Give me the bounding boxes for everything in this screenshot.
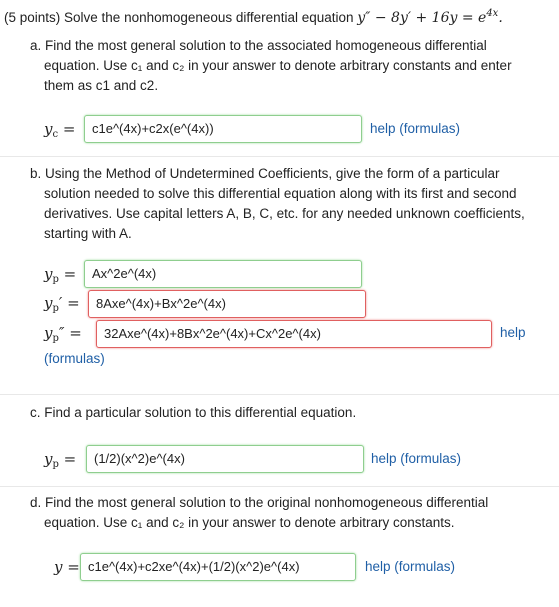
problem-points-text: (5 points) Solve the nonhomogeneous diff… xyxy=(4,10,354,25)
yp-particular-input[interactable]: (1/2)(x^2)e^(4x) xyxy=(86,445,364,473)
problem-statement: (5 points) Solve the nonhomogeneous diff… xyxy=(4,4,503,28)
part-b-help-link[interactable]: help xyxy=(500,325,526,340)
part-a-line-1: a. Find the most general solution to the… xyxy=(30,38,487,53)
part-c-help-link[interactable]: help (formulas) xyxy=(371,451,461,466)
part-b-line-1: b. Using the Method of Undetermined Coef… xyxy=(30,166,500,181)
problem-equation: y″ − 8y′ + 16y = e4x. xyxy=(357,8,503,26)
divider-b-c xyxy=(0,394,559,395)
divider-c-d xyxy=(0,486,559,487)
yp-prime-input[interactable]: 8Axe^(4x)+Bx^2e^(4x) xyxy=(88,290,366,318)
yp-double-prime-input[interactable]: 32Axe^(4x)+8Bx^2e^(4x)+Cx^2e^(4x) xyxy=(96,320,492,348)
yc-input[interactable]: c1e^(4x)+c2x(e^(4x)) xyxy=(84,115,362,143)
part-d-line-1: d. Find the most general solution to the… xyxy=(30,495,489,510)
y-general-label: y = xyxy=(54,558,80,576)
yp-prime-label: yp′ = xyxy=(44,294,80,314)
yp-double-prime-label: yp″ = xyxy=(44,324,82,344)
part-a-line-3: them as c1 and c2. xyxy=(44,78,159,93)
part-b-instructions: b. Using the Method of Undetermined Coef… xyxy=(30,164,525,244)
part-d-help-link[interactable]: help (formulas) xyxy=(365,559,455,574)
part-a-line-2: equation. Use c₁ and c₂ in your answer t… xyxy=(44,58,512,73)
divider-a-b xyxy=(0,156,559,157)
yp-particular-label: yp = xyxy=(44,450,77,470)
part-b-formulas-link[interactable]: (formulas) xyxy=(44,351,105,366)
yp-label: yp = xyxy=(44,265,77,285)
part-d-instructions: d. Find the most general solution to the… xyxy=(30,493,488,533)
part-d-line-2: equation. Use c₁ and c₂ in your answer t… xyxy=(44,515,455,530)
part-b-line-3: derivatives. Use capital letters A, B, C… xyxy=(44,206,525,221)
yc-label: yc = xyxy=(44,120,76,140)
part-a-instructions: a. Find the most general solution to the… xyxy=(30,36,512,96)
part-b-line-2: solution needed to solve this differenti… xyxy=(44,186,517,201)
y-general-input[interactable]: c1e^(4x)+c2xe^(4x)+(1/2)(x^2)e^(4x) xyxy=(80,553,356,581)
part-a-help-link[interactable]: help (formulas) xyxy=(370,121,460,136)
part-c-instructions: c. Find a particular solution to this di… xyxy=(30,405,357,420)
yp-form-input[interactable]: Ax^2e^(4x) xyxy=(84,260,362,288)
part-b-line-4: starting with A. xyxy=(44,226,132,241)
